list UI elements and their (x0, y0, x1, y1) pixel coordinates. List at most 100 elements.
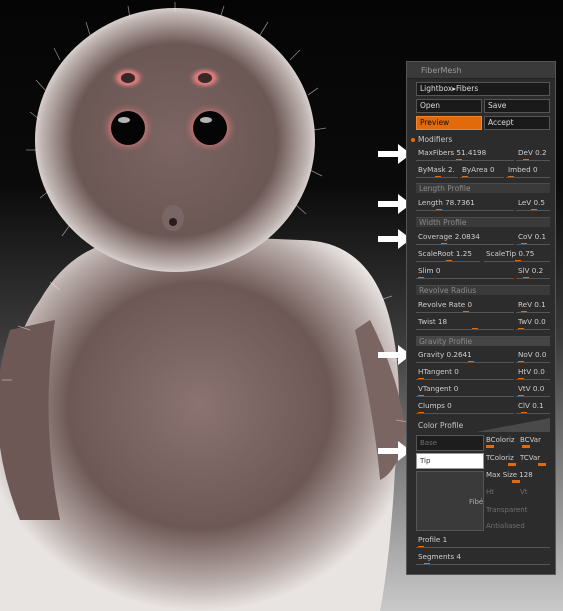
base-color-swatch[interactable]: Base (416, 435, 484, 451)
slider-knob[interactable] (446, 260, 452, 261)
vtv-slider[interactable]: VtV 0.0 (516, 384, 550, 397)
slv-label: SlV 0.2 (518, 266, 544, 275)
slider-knob[interactable] (523, 159, 530, 160)
tip-color-swatch[interactable]: Tip (416, 453, 484, 469)
max-size-slider[interactable]: Max Size 128 (486, 471, 533, 480)
length-label: Length 78.7361 (418, 198, 475, 207)
slv-slider[interactable]: SlV 0.2 (516, 266, 550, 279)
slider-knob[interactable] (467, 361, 474, 362)
color-slider-ticks (508, 463, 546, 466)
maxfibers-slider[interactable]: MaxFibers 51.4198 (416, 148, 514, 161)
tip-label: Tip (420, 457, 431, 465)
slider-knob[interactable] (508, 176, 514, 177)
creature-right-eye (193, 111, 227, 145)
slim-slider[interactable]: Slim 0 (416, 266, 514, 279)
slider-knob[interactable] (531, 209, 537, 210)
preview-button[interactable]: Preview (416, 116, 482, 130)
creature-left-eye (111, 111, 145, 145)
lightbox-fibers-button[interactable]: Lightbox▸Fibers (416, 82, 550, 96)
byarea-slider[interactable]: ByArea 0 (460, 165, 504, 178)
slider-knob[interactable] (418, 395, 424, 396)
slider-knob[interactable] (418, 277, 424, 278)
bcvar-slider[interactable]: BCVar (520, 436, 541, 445)
fibermesh-panel: FiberMesh Lightbox▸Fibers Open Save Prev… (406, 61, 556, 575)
slider-knob[interactable] (518, 361, 524, 362)
slider-knob[interactable] (435, 176, 441, 177)
length-profile-header[interactable]: Length Profile (416, 183, 550, 193)
clumps-slider[interactable]: Clumps 0 (416, 401, 514, 414)
accept-button[interactable]: Accept (484, 116, 550, 130)
slider-knob[interactable] (455, 159, 462, 160)
dev-slider[interactable]: DeV 0.2 (516, 148, 550, 161)
segments-slider[interactable]: Segments 4 (416, 552, 550, 565)
vtv-label: VtV 0.0 (518, 384, 545, 393)
width-profile-header[interactable]: Width Profile (416, 217, 550, 227)
slider-knob[interactable] (440, 243, 447, 244)
bymask-slider[interactable]: ByMask 2. (416, 165, 458, 178)
gravity-profile-header[interactable]: Gravity Profile (416, 336, 550, 346)
profile-slider[interactable]: Profile 1 (416, 535, 550, 548)
byarea-label: ByArea 0 (462, 165, 495, 174)
htangent-slider[interactable]: HTangent 0 (416, 367, 514, 380)
revolve-radius-header[interactable]: Revolve Radius (416, 285, 550, 295)
color-slider-ticks (486, 445, 530, 448)
slider-knob[interactable] (418, 412, 424, 413)
fiber-preview-thumbnail[interactable]: Fibé (416, 471, 484, 531)
modifiers-header[interactable]: Modifiers (411, 135, 452, 145)
scaletip-slider[interactable]: ScaleTip 0.75 (484, 249, 550, 262)
slider-knob[interactable] (520, 412, 527, 413)
revolve-rate-label: Revolve Rate 0 (418, 300, 473, 309)
slider-knob[interactable] (463, 311, 469, 312)
htv-label: HtV 0.0 (518, 367, 545, 376)
save-button[interactable]: Save (484, 99, 550, 113)
nov-slider[interactable]: NoV 0.0 (516, 350, 550, 363)
slider-knob[interactable] (436, 209, 442, 210)
slider-knob[interactable] (515, 260, 521, 261)
slim-label: Slim 0 (418, 266, 441, 275)
gravity-slider[interactable]: Gravity 0.2641 (416, 350, 514, 363)
creature-body (0, 238, 399, 611)
clv-slider[interactable]: ClV 0.1 (516, 401, 550, 414)
revolve-rate-slider[interactable]: Revolve Rate 0 (416, 300, 514, 313)
twist-slider[interactable]: Twist 18 (416, 317, 514, 330)
slider-knob[interactable] (520, 311, 527, 312)
modifiers-label: Modifiers (418, 135, 453, 144)
ht-slider[interactable]: Ht (486, 488, 494, 497)
color-profile-curve[interactable] (416, 418, 550, 432)
slider-knob[interactable] (418, 546, 424, 547)
open-button[interactable]: Open (416, 99, 482, 113)
slider-knob[interactable] (518, 395, 524, 396)
fibers-label: Fibé (469, 498, 484, 506)
maxfibers-label: MaxFibers 51.4198 (418, 148, 487, 157)
slider-knob[interactable] (518, 328, 524, 329)
vtangent-slider[interactable]: VTangent 0 (416, 384, 514, 397)
coverage-slider[interactable]: Coverage 2.0834 (416, 232, 514, 245)
rev-slider[interactable]: ReV 0.1 (516, 300, 550, 313)
antialiased-toggle[interactable]: Antialiased (486, 522, 525, 531)
slider-knob[interactable] (472, 328, 478, 329)
panel-title[interactable]: FiberMesh (407, 62, 555, 79)
slider-knob[interactable] (523, 277, 530, 278)
bcolorize-toggle[interactable]: BColoriz (486, 436, 515, 445)
slider-knob[interactable] (520, 243, 527, 244)
scaleroot-slider[interactable]: ScaleRoot 1.25 (416, 249, 480, 262)
slider-knob[interactable] (462, 176, 468, 177)
twv-slider[interactable]: TwV 0.0 (516, 317, 550, 330)
slider-knob[interactable] (424, 563, 431, 564)
transparent-toggle[interactable]: Transparent (486, 506, 527, 515)
color-slider-ticks (512, 480, 520, 483)
slider-knob[interactable] (518, 378, 524, 379)
lev-slider[interactable]: LeV 0.5 (516, 198, 550, 211)
length-slider[interactable]: Length 78.7361 (416, 198, 514, 211)
slider-knob[interactable] (418, 378, 424, 379)
gravity-label: Gravity 0.2641 (418, 350, 472, 359)
htv-slider[interactable]: HtV 0.0 (516, 367, 550, 380)
imbed-slider[interactable]: Imbed 0 (506, 165, 550, 178)
htangent-label: HTangent 0 (418, 367, 459, 376)
tcvar-slider[interactable]: TCVar (520, 454, 540, 463)
twv-label: TwV 0.0 (518, 317, 546, 326)
tcolorize-toggle[interactable]: TColoriz (486, 454, 514, 463)
vt-slider[interactable]: Vt (520, 488, 528, 497)
cov-slider[interactable]: CoV 0.1 (516, 232, 550, 245)
profile-label: Profile 1 (418, 535, 448, 544)
